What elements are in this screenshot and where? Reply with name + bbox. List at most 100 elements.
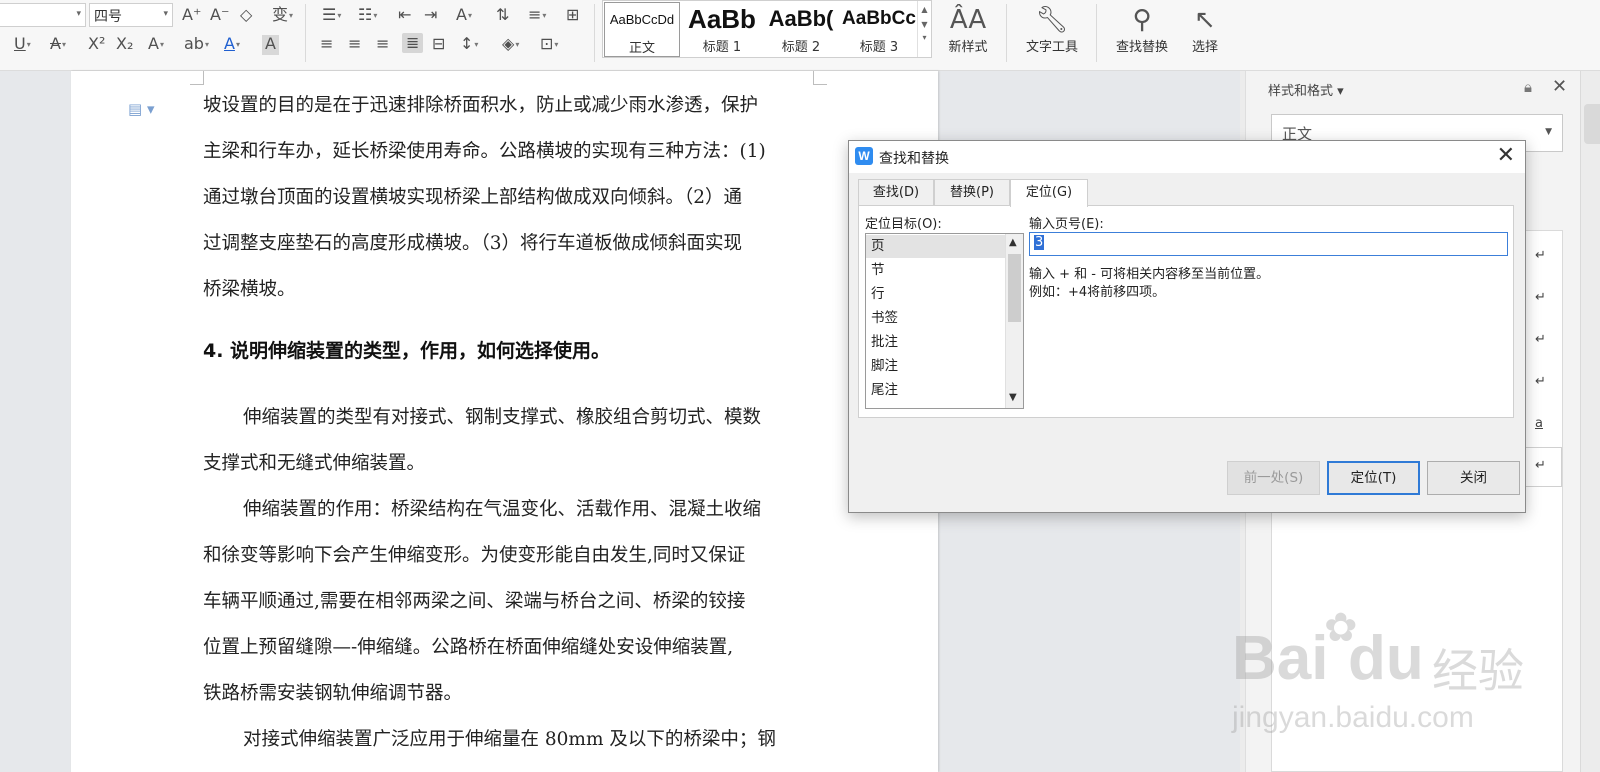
style-heading-3[interactable]: AaBbCc 标题 3 [841,2,917,57]
line-spacing-icon[interactable]: ≡▾ [528,6,546,26]
table-insert-icon[interactable]: ⊞ [566,6,579,26]
font-name-combo[interactable]: ▾ [0,3,86,27]
text-tools-button[interactable]: 🔧︎ 文字工具 [1016,2,1088,62]
gallery-scroll[interactable]: ▲ ▼ ▾ [917,1,931,57]
change-case-icon[interactable]: A▾ [456,6,472,26]
list-item[interactable]: 脚注 [866,355,1006,378]
tab-goto[interactable]: 定位(G) [1010,179,1088,207]
shading-icon[interactable]: ◈▾ [502,35,519,55]
side-tool-button[interactable] [1584,104,1600,144]
select-label: 选择 [1191,40,1218,55]
subscript-icon[interactable]: X₂ [116,35,133,55]
dialog-titlebar[interactable]: W 查找和替换 ✕ [849,141,1525,173]
paragraph-mark: ↵ [1535,374,1546,389]
font-color-icon[interactable]: A▾ [224,35,240,55]
chevron-up-icon[interactable]: ▲ [918,5,931,14]
wps-logo-icon: W [855,147,873,165]
style-heading-1[interactable]: AaBb 标题 1 [683,2,761,57]
list-scrollbar[interactable]: ▲ ▼ [1005,234,1023,408]
text-line: 坡设置的目的是在于迅速排除桥面积水，防止或减少雨水渗透，保护 [203,95,759,116]
separator [594,4,595,62]
align-right-icon[interactable]: ≡ [376,35,389,55]
list-item[interactable]: 尾注 [866,379,1006,402]
text-line: 伸缩装置的作用：桥梁结构在气温变化、活载作用、混凝土收缩 [243,499,762,520]
font-size-combo[interactable]: 四号 ▾ [89,3,173,27]
find-replace-button[interactable]: ⚲ 查找替换 [1106,2,1178,62]
new-style-button[interactable]: ÂA 新样式 [938,2,998,62]
goto-panel: 定位目标(O): 页 节 行 书签 批注 脚注 尾注 ▲ ▼ 输入页号(E): … [858,205,1514,418]
paragraph-butt-joint: 对接式伸缩装置广泛应用于伸缩量在 80mm 及以下的桥梁中；钢 [203,717,805,763]
style-normal[interactable]: AaBbCcDd 正文 [604,2,680,57]
chevron-up-icon[interactable]: ▲ [1009,237,1017,248]
goto-target-list[interactable]: 页 节 行 书签 批注 脚注 尾注 ▲ ▼ [865,233,1024,409]
close-button[interactable]: 关闭 [1427,461,1520,495]
page-number-value: 3 [1034,235,1045,250]
hint-text: 输入 + 和 - 可将相关内容移至当前位置。 [1029,267,1270,282]
border-icon[interactable]: ⊡▾ [540,35,558,55]
chevron-down-icon: ▾ [76,9,81,19]
highlight-icon[interactable]: ab▾ [184,35,209,55]
dialog-title: 查找和替换 [879,151,949,167]
ribbon-toolbar: ▾ 四号 ▾ A⁺ A⁻ ◇ 变▾ U▾ A▾ X² X₂ A▾ ab▾ A▾ … [0,0,1600,71]
list-item[interactable]: 节 [866,259,1006,282]
close-icon[interactable]: ✕ [1497,143,1515,169]
lock-icon[interactable]: 🔒︎ [1524,78,1532,96]
text-line: 铁路桥需安装钢轨伸缩调节器。 [203,683,463,704]
distributed-icon[interactable]: ⊟ [432,35,445,55]
text-line: 伸缩装置的类型有对接式、钢制支撑式、橡胶组合剪切式、模数 [243,407,762,428]
select-button[interactable]: ↖ 选择 [1182,2,1228,62]
style-heading-2[interactable]: AaBb( 标题 2 [763,2,839,57]
style-name: 标题 1 [702,40,742,55]
list-item[interactable]: 页 [866,235,1006,258]
justify-icon[interactable]: ≣ [402,33,424,53]
chevron-down-icon[interactable]: ▼ [1009,392,1017,403]
list-item[interactable]: 书签 [866,307,1006,330]
decrease-indent-icon[interactable]: ⇤ [398,6,411,26]
style-sample: AaBb( [768,6,834,31]
align-center-icon[interactable]: ≡ [348,35,361,55]
chevron-down-icon[interactable]: ▼ [918,20,931,29]
numbered-list-icon[interactable]: ☷▾ [358,6,377,26]
new-style-label: 新样式 [948,40,988,55]
paragraph-mark: ↵ [1535,332,1546,347]
sort-icon[interactable]: ⇅ [496,6,509,26]
bullet-list-icon[interactable]: ☰▾ [322,6,341,26]
text-effect-icon[interactable]: A▾ [148,35,164,55]
superscript-icon[interactable]: X² [88,35,105,55]
close-icon[interactable]: ✕ [1552,76,1567,97]
page-number-input[interactable]: 3 [1029,232,1508,256]
document-icon[interactable]: ▤ ▾ [128,100,154,118]
separator [1096,4,1097,62]
strikethrough-icon[interactable]: A▾ [50,35,66,55]
tab-replace[interactable]: 替换(P) [934,179,1010,206]
list-item[interactable]: 批注 [866,331,1006,354]
align-left-icon[interactable]: ≡ [320,35,333,55]
style-gallery: AaBbCcDd 正文 AaBb 标题 1 AaBb( 标题 2 AaBbCc … [602,0,932,58]
previous-button[interactable]: 前一处(S) [1227,461,1320,495]
separator [1006,4,1007,62]
goto-button[interactable]: 定位(T) [1327,461,1420,495]
underline-icon[interactable]: U▾ [14,35,31,55]
paragraph-mark: ↵ [1535,290,1546,305]
gallery-more-icon[interactable]: ▾ [918,33,931,42]
watermark-brand: Bai [1232,624,1329,693]
text-line: 位置上预留缝隙—-伸缩缝。公路桥在桥面伸缩缝处安设伸缩装置, [203,637,734,658]
style-sample: AaBbCcDd [609,12,675,27]
grow-font-icon[interactable]: A⁺ [182,6,201,26]
shrink-font-icon[interactable]: A⁻ [210,6,229,26]
scrollbar-thumb[interactable] [1008,254,1021,322]
page-number-label: 输入页号(E): [1029,217,1104,232]
phonetic-guide-icon[interactable]: 变▾ [272,6,293,26]
list-item[interactable]: 行 [866,283,1006,306]
styles-panel-title[interactable]: 样式和格式 ▾ [1268,80,1344,99]
paragraph-spacing-icon[interactable]: ↕▾ [460,35,478,55]
increase-indent-icon[interactable]: ⇥ [424,6,437,26]
chevron-down-icon: ▼ [1545,127,1552,137]
clear-format-icon[interactable]: ◇ [240,6,252,26]
style-name: 正文 [628,41,655,56]
text-line: 车辆平顺通过,需要在相邻两梁之间、梁端与桥台之间、桥梁的铰接 [203,591,746,612]
tab-find[interactable]: 查找(D) [858,179,934,206]
paragraph-cross-slope: 坡设置的目的是在于迅速排除桥面积水，防止或减少雨水渗透，保护 主梁和行车办，延长… [203,83,805,313]
new-style-icon: ÂA [949,5,987,35]
char-shading-icon[interactable]: A [262,35,279,55]
